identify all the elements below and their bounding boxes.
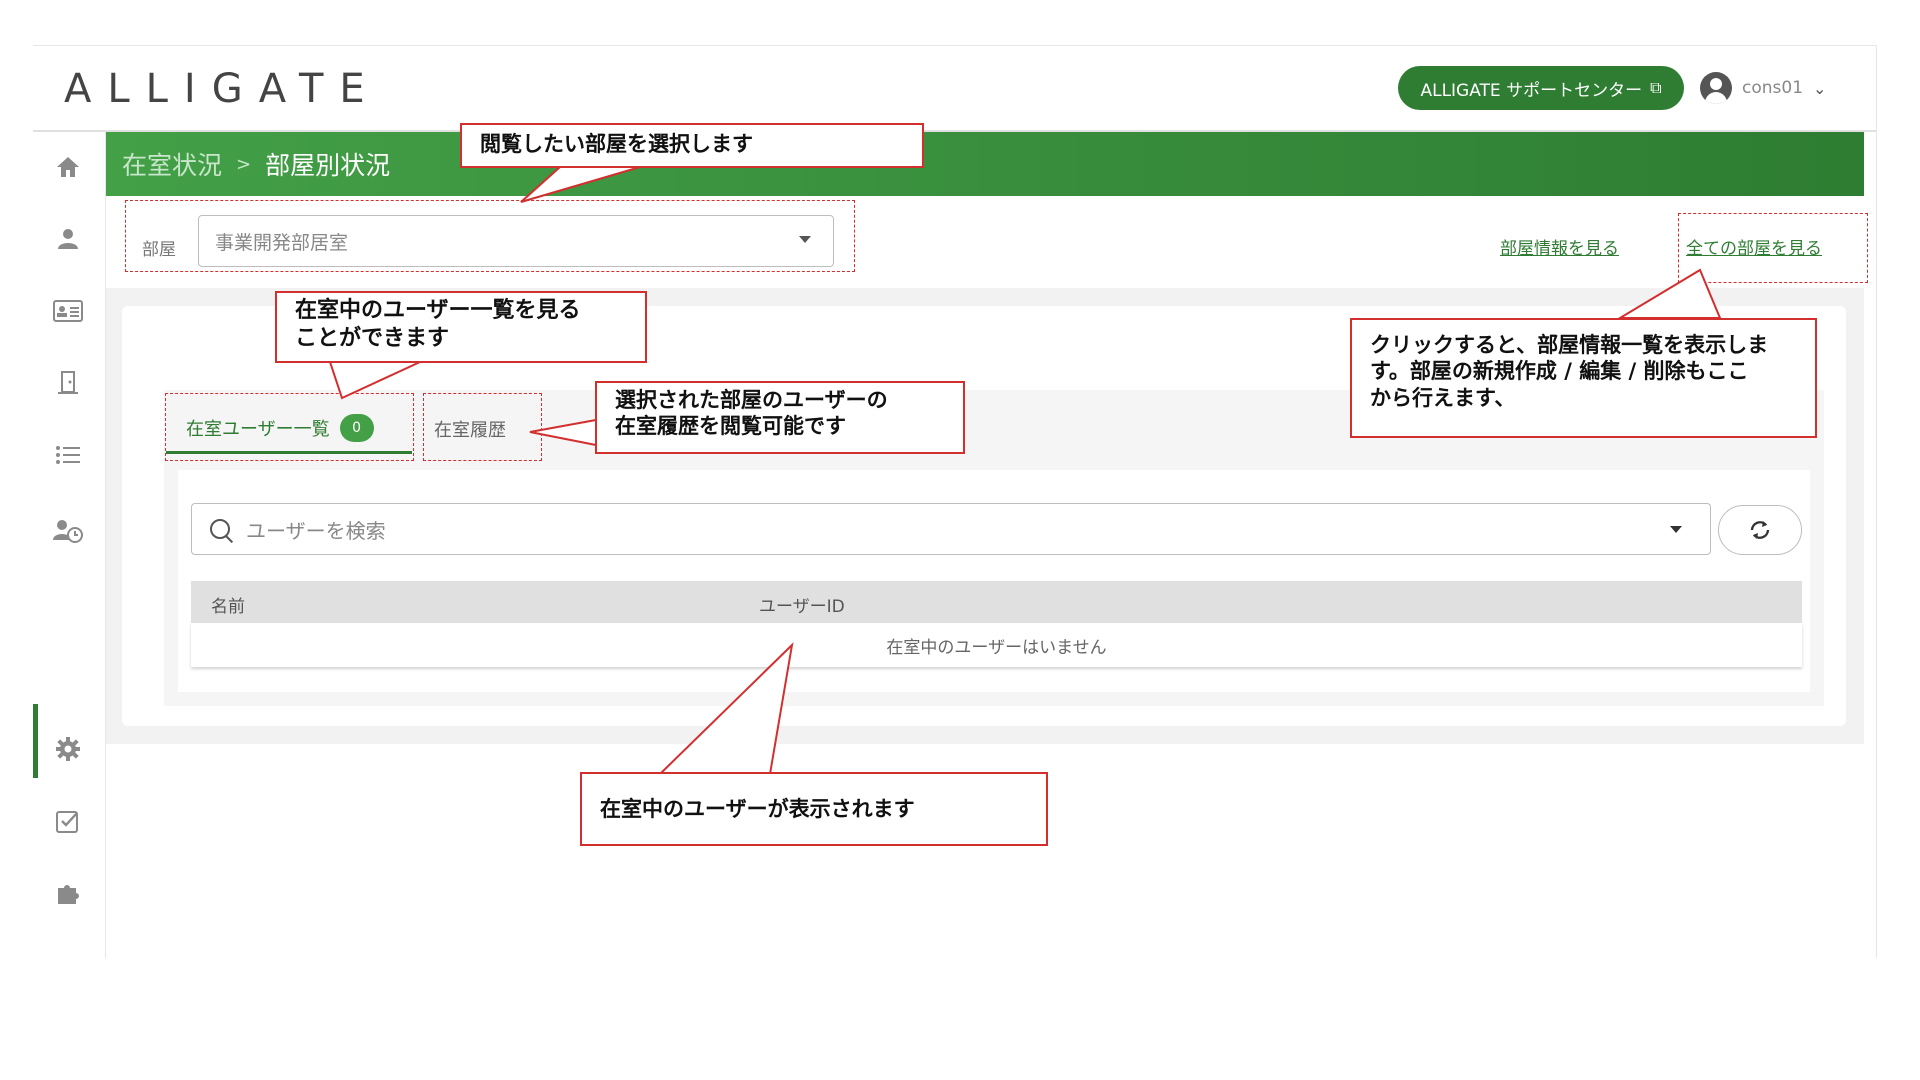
- all-rooms-highlight: [1678, 213, 1868, 283]
- annotation-all-rooms-line2: す。部屋の新規作成 / 編集 / 削除もここ: [1370, 359, 1749, 384]
- gear-icon[interactable]: [51, 732, 85, 766]
- list-icon[interactable]: [51, 438, 85, 472]
- history-tab-highlight: [423, 393, 542, 461]
- annotation-shown-users-text: 在室中のユーザーが表示されます: [600, 796, 915, 821]
- annotation-all-rooms-line3: から行えます、: [1370, 385, 1516, 410]
- annotation-select-room: 閲覧したい部屋を選択します: [460, 123, 924, 168]
- search-icon: [210, 519, 230, 539]
- user-clock-icon[interactable]: [51, 514, 85, 548]
- annotation-all-rooms-line1: クリックすると、部屋情報一覧を表示しま: [1370, 333, 1769, 357]
- annotation-shown-users: 在室中のユーザーが表示されます: [580, 772, 1048, 846]
- column-user-id[interactable]: ユーザーID: [759, 592, 845, 617]
- chevron-down-icon: ⌄: [1813, 78, 1827, 98]
- checkbox-icon[interactable]: [51, 804, 85, 838]
- page-title: 部屋別状況: [265, 151, 391, 180]
- external-link-icon: ⧉: [1650, 78, 1662, 97]
- breadcrumb-separator: >: [236, 153, 252, 175]
- refresh-icon: [1750, 521, 1770, 539]
- account-circle-icon: [1700, 72, 1732, 104]
- breadcrumb: 在室状況 > 部屋別状況: [106, 132, 1864, 196]
- room-select-highlight: [125, 200, 855, 272]
- empty-table-row: 在室中のユーザーはいません: [191, 623, 1802, 667]
- user-name: cons01: [1742, 78, 1804, 98]
- refresh-button[interactable]: [1718, 505, 1802, 555]
- breadcrumb-parent[interactable]: 在室状況: [122, 146, 222, 182]
- column-name[interactable]: 名前: [211, 592, 245, 617]
- users-table-header: 名前 ユーザーID: [191, 581, 1802, 623]
- user-menu[interactable]: cons01 ⌄: [1700, 70, 1826, 106]
- support-center-label: ALLIGATE サポートセンター: [1420, 80, 1643, 101]
- annotation-user-list-line2: ことができます: [295, 325, 450, 351]
- search-dropdown-caret-icon[interactable]: [1670, 526, 1682, 533]
- id-card-icon[interactable]: [51, 294, 85, 328]
- support-center-button[interactable]: ALLIGATE サポートセンター ⧉: [1398, 66, 1684, 110]
- user-list-tab-highlight: [165, 393, 414, 461]
- home-icon[interactable]: [51, 150, 85, 184]
- empty-message: 在室中のユーザーはいません: [886, 637, 1107, 658]
- alligate-logo[interactable]: ALLIGATE: [64, 66, 381, 112]
- annotation-all-rooms: クリックすると、部屋情報一覧を表示しま す。部屋の新規作成 / 編集 / 削除も…: [1350, 318, 1817, 438]
- user-icon[interactable]: [51, 222, 85, 256]
- annotation-user-list: 在室中のユーザー一覧を見る ことができます: [275, 291, 647, 363]
- annotation-select-room-text: 閲覧したい部屋を選択します: [480, 132, 753, 156]
- sidebar: [33, 132, 106, 958]
- annotation-history-line1: 選択された部屋のユーザーの: [615, 388, 888, 412]
- sidebar-active-indicator: [33, 704, 38, 778]
- door-icon[interactable]: [51, 366, 85, 400]
- room-info-link[interactable]: 部屋情報を見る: [1500, 234, 1619, 259]
- puzzle-icon[interactable]: [51, 876, 85, 910]
- annotation-history: 選択された部屋のユーザーの 在室履歴を閲覧可能です: [595, 381, 965, 454]
- search-placeholder: ユーザーを検索: [246, 518, 386, 543]
- annotation-user-list-line1: 在室中のユーザー一覧を見る: [295, 298, 581, 323]
- annotation-history-line2: 在室履歴を閲覧可能です: [615, 414, 846, 439]
- user-search-input[interactable]: ユーザーを検索: [191, 503, 1711, 555]
